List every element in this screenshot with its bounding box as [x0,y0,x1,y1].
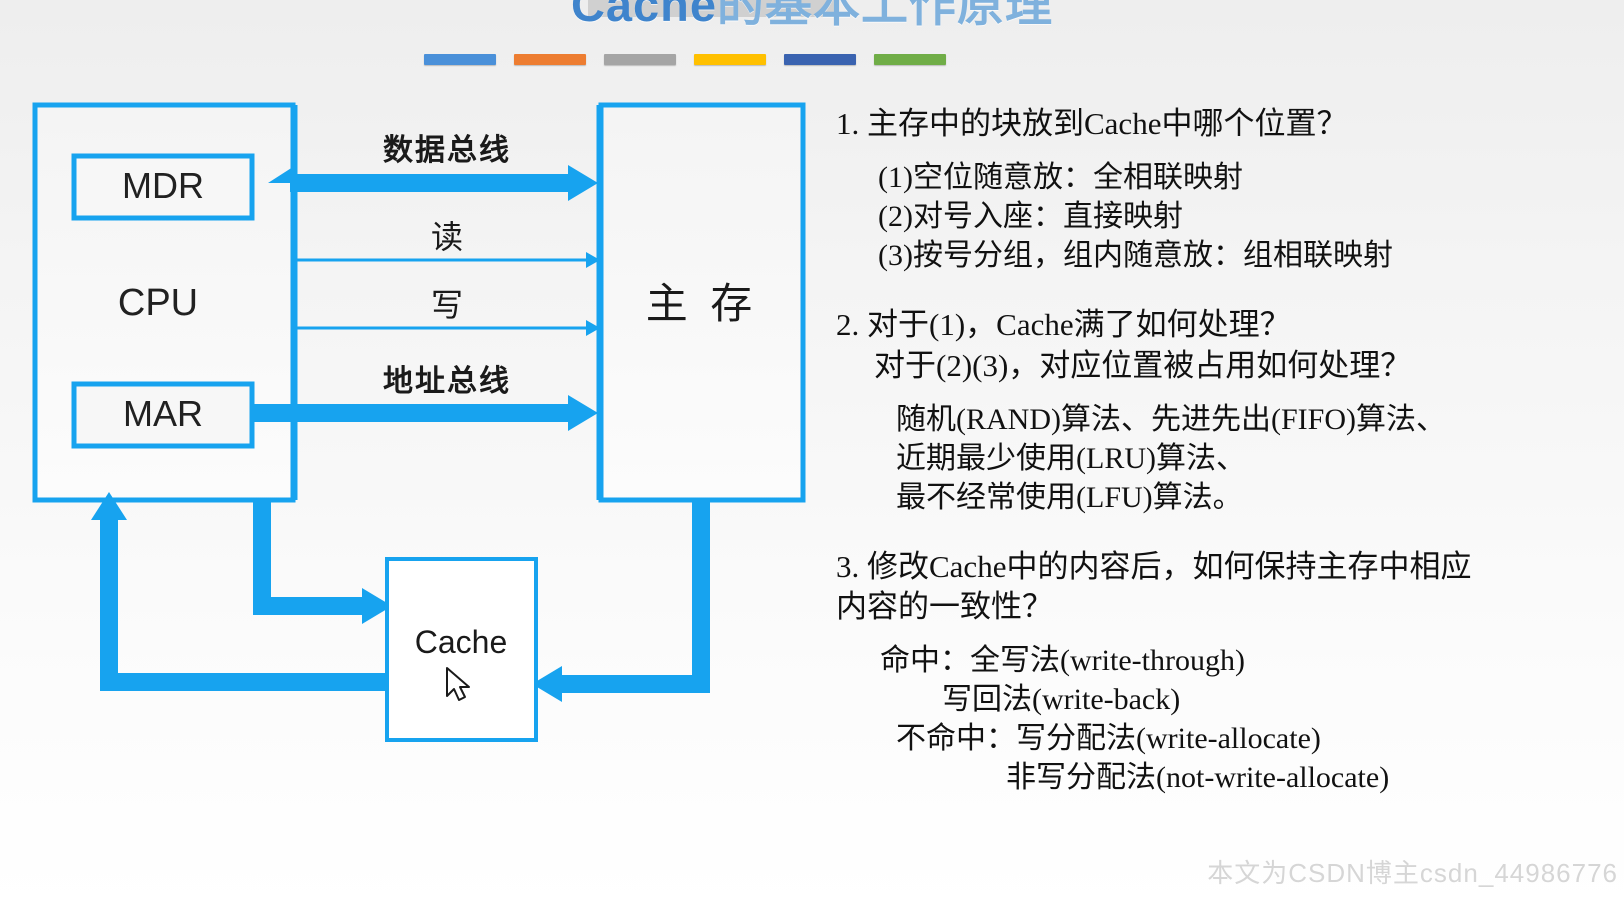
color-bar-3 [604,54,676,65]
cache-to-cpu-arrow [91,492,392,691]
notes-panel: 1. 主存中的块放到Cache中哪个位置？ (1)空位随意放：全相联映射 (2)… [836,104,1624,904]
q3-item-2: 写回法(write-back) [942,683,1181,717]
q3-item-3: 不命中：写分配法(write-allocate) [896,722,1321,756]
color-bar-6 [874,54,946,65]
q2-item-2: 近期最少使用(LRU)算法、 [896,441,1246,475]
page-title: Cache的基本工作原理 [0,0,1624,35]
address-bus-arrow [250,395,598,431]
read-label: 读 [431,219,463,255]
q1-item-3: (3)按号分组，组内随意放：组相联映射 [878,239,1393,273]
q1-item-1: (1)空位随意放：全相联映射 [878,161,1243,195]
color-bar-1 [424,54,496,65]
mar-label: MAR [123,393,203,434]
q1-item-2: (2)对号入座：直接映射 [878,200,1183,234]
q3-heading-2: 内容的一致性？ [836,589,1053,625]
main-memory-label: 主 存 [646,282,759,328]
page-title-en: Cache [570,0,718,31]
page-title-cn: 的基本工作原理 [717,0,1054,31]
decorative-color-bars [424,54,946,65]
cpu-label: CPU [118,282,198,324]
q2-item-3: 最不经常使用(LFU)算法。 [896,480,1243,514]
data-bus-arrow [268,165,598,201]
note-block-q2: 2. 对于(1)，Cache满了如何处理？ 对于(2)(3)，对应位置被占用如何… [836,305,1624,517]
watermark: 本文为CSDN博主csdn_44986776 [1207,858,1618,888]
mdr-label: MDR [122,165,204,206]
note-block-q3: 3. 修改Cache中的内容后，如何保持主存中相应 内容的一致性？ 命中：全写法… [836,547,1624,798]
q3-item-4: 非写分配法(not-write-allocate) [1006,761,1390,795]
q3-heading: 3. 修改Cache中的内容后，如何保持主存中相应 [836,548,1472,584]
q2-heading: 2. 对于(1)，Cache满了如何处理？ [836,307,1291,343]
cpu-to-cache-arrow [253,500,392,624]
write-label: 写 [431,287,463,323]
color-bar-4 [694,54,766,65]
slide-canvas: Cache的基本工作原理 MDR CPU MAR 主 存 数据总线 读 写 地址… [0,0,1624,908]
color-bar-5 [784,54,856,65]
address-bus-label: 地址总线 [383,365,511,398]
q3-item-1: 命中：全写法(write-through) [880,644,1245,678]
cache-architecture-diagram: MDR CPU MAR 主 存 数据总线 读 写 地址总线 Cache [32,102,806,742]
q2-item-1: 随机(RAND)算法、先进先出(FIFO)算法、 [896,402,1446,436]
q2-heading-2: 对于(2)(3)，对应位置被占用如何处理？ [874,347,1412,383]
data-bus-label: 数据总线 [383,134,511,167]
cache-label: Cache [415,624,508,660]
q1-heading: 1. 主存中的块放到Cache中哪个位置？ [836,106,1348,141]
note-block-q1: 1. 主存中的块放到Cache中哪个位置？ (1)空位随意放：全相联映射 (2)… [836,104,1624,275]
memory-to-cache-arrow [532,500,710,702]
color-bar-2 [514,54,586,65]
